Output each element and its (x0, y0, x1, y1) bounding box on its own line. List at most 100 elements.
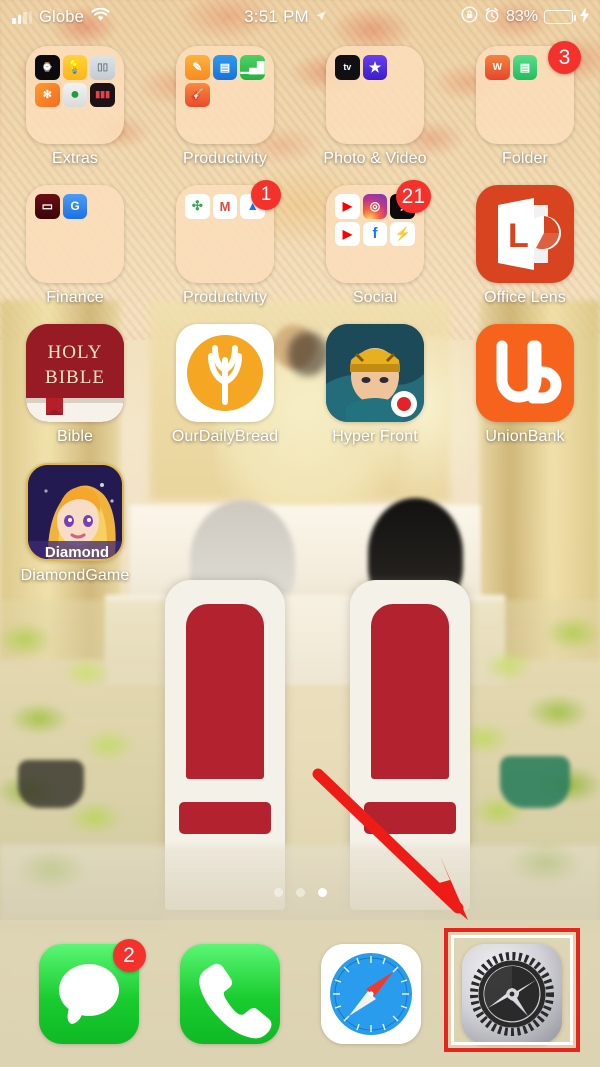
clock-label: 3:51 PM (244, 7, 309, 26)
folder-slot-empty (213, 222, 238, 247)
numbers-icon: ▁▄█ (240, 55, 265, 80)
folder-productivity-1-icon[interactable]: ✎ ▤ ▁▄█ 🎸 (176, 46, 274, 144)
folder-slot-empty (390, 55, 415, 80)
location-arrow-icon (315, 10, 327, 25)
safari-compass-icon[interactable] (320, 943, 421, 1044)
folder-productivity-2[interactable]: ✣ M ▲ 1 Productivity (150, 179, 300, 314)
folder-folder[interactable]: W ▤ 3 Folder (450, 40, 600, 175)
google-photos-icon: ✣ (185, 194, 210, 219)
app-diamondgame-label: DiamondGame (20, 567, 130, 584)
folder-photo-video[interactable]: tv ★ Photo & Video (300, 40, 450, 175)
app-bible[interactable]: HOLY BIBLE Bible (0, 318, 150, 453)
app-bible-icon-wrap[interactable]: HOLY BIBLE (26, 324, 124, 422)
folder-extras[interactable]: ⌚ 💡 ▯▯ ✻ ● ▮▮▮ Extras (0, 40, 150, 175)
folder-photo-video-icon-wrap[interactable]: tv ★ (326, 46, 424, 144)
folder-productivity-1-icon-wrap[interactable]: ✎ ▤ ▁▄█ 🎸 (176, 46, 274, 144)
status-bar-center: 3:51 PM (110, 7, 461, 27)
office-lens-icon[interactable]: L (476, 185, 574, 283)
status-bar-right: 83% (461, 6, 600, 28)
folder-productivity-1[interactable]: ✎ ▤ ▁▄█ 🎸 Productivity (150, 40, 300, 175)
folder-productivity-2-icon-wrap[interactable]: ✣ M ▲ 1 (176, 180, 281, 283)
folder-slot-empty (540, 83, 565, 108)
folder-photo-video-icon[interactable]: tv ★ (326, 46, 424, 144)
folder-productivity-2-badge: 1 (251, 180, 281, 210)
folder-slot-empty (335, 83, 360, 108)
wallet-icon: ▭ (35, 194, 60, 219)
folder-folder-icon-wrap[interactable]: W ▤ 3 (476, 41, 581, 144)
wifi-icon (91, 7, 110, 27)
our-daily-bread-icon[interactable] (176, 324, 274, 422)
dock-app-settings[interactable] (461, 943, 562, 1044)
alarm-clock-icon (484, 7, 500, 28)
folder-productivity-1-label: Productivity (183, 150, 267, 167)
app-ourdailybread-icon-wrap[interactable] (176, 324, 274, 422)
instagram-icon: ◎ (362, 194, 388, 219)
chair-seat-cushion (179, 802, 271, 834)
settings-gear-icon[interactable] (461, 943, 562, 1044)
gmail-icon: M (212, 194, 238, 219)
page-dot-1[interactable] (273, 888, 283, 897)
garageband-icon: 🎸 (185, 82, 210, 108)
dock: 2 (0, 920, 600, 1067)
app-hyper-front-icon-wrap[interactable] (326, 324, 424, 422)
g-app-icon: G (62, 194, 88, 219)
pages-icon: ✎ (185, 55, 210, 80)
dock-app-phone[interactable] (179, 943, 280, 1044)
home-screen-grid: ⌚ 💡 ▯▯ ✻ ● ▮▮▮ Extras ✎ ▤ ▁▄█ 🎸 Producti… (0, 40, 600, 592)
voice-memos-icon: ▮▮▮ (90, 82, 115, 108)
folder-finance-label: Finance (46, 289, 104, 306)
dock-messages-badge: 2 (112, 938, 146, 972)
folder-folder-badge: 3 (548, 41, 581, 74)
folder-finance[interactable]: ▭ G Finance (0, 179, 150, 314)
chair-back-cushion (371, 604, 449, 779)
watch-icon: ⌚ (35, 55, 60, 80)
phone-icon[interactable] (179, 943, 280, 1044)
folder-social-icon-wrap[interactable]: ▶ ◎ ♪ ▶ f ⚡ 21 (326, 180, 431, 283)
app-office-lens-label: Office Lens (484, 289, 566, 306)
app-office-lens-icon-wrap[interactable]: L (476, 185, 574, 283)
diamond-game-icon[interactable]: Diamond (26, 463, 124, 561)
folder-slot-empty (213, 83, 238, 108)
folder-slot-empty (90, 222, 115, 247)
folder-extras-label: Extras (52, 150, 98, 167)
red-arrow-icon (300, 760, 530, 940)
app-unionbank[interactable]: UnionBank (450, 318, 600, 453)
app-office-lens[interactable]: L Office Lens (450, 179, 600, 314)
folder-social[interactable]: ▶ ◎ ♪ ▶ f ⚡ 21 Social (300, 179, 450, 314)
carrier-label: Globe (39, 7, 85, 26)
folder-extras-icon[interactable]: ⌚ 💡 ▯▯ ✻ ● ▮▮▮ (26, 46, 124, 144)
lightning-bolt-icon (579, 7, 590, 27)
app-unionbank-label: UnionBank (485, 428, 565, 445)
battery-percent-label: 83% (505, 8, 538, 25)
folder-social-label: Social (352, 289, 398, 306)
holy-bible-icon[interactable]: HOLY BIBLE (26, 324, 124, 422)
app-diamondgame[interactable]: Diamond DiamondGame (0, 457, 150, 592)
facebook-icon: f (362, 221, 388, 247)
svg-text:L: L (508, 217, 529, 255)
app-hyper-front[interactable]: Hyper Front (300, 318, 450, 453)
tips-lightbulb-icon: 💡 (62, 55, 88, 80)
folder-slot-empty (240, 222, 265, 247)
app-unionbank-icon-wrap[interactable] (476, 324, 574, 422)
dock-app-messages[interactable]: 2 (38, 938, 146, 1044)
svg-text:HOLY: HOLY (48, 342, 103, 363)
folder-productivity-2-label: Productivity (183, 289, 267, 306)
svg-text:Diamond: Diamond (45, 544, 109, 561)
folder-finance-icon[interactable]: ▭ G (26, 185, 124, 283)
folder-extras-icon-wrap[interactable]: ⌚ 💡 ▯▯ ✻ ● ▮▮▮ (26, 46, 124, 144)
folder-slot-empty (363, 83, 388, 108)
compass-icon: ● (62, 82, 88, 108)
folder-slot-empty (390, 83, 415, 108)
folder-finance-icon-wrap[interactable]: ▭ G (26, 185, 124, 283)
signal-bars-icon (12, 10, 32, 24)
grid-empty-slot (300, 457, 450, 592)
unionbank-icon[interactable] (476, 324, 574, 422)
dock-app-safari[interactable] (320, 943, 421, 1044)
app-ourdailybread[interactable]: OurDailyBread (150, 318, 300, 453)
folder-folder-label: Folder (502, 150, 548, 167)
folder-slot-empty (240, 83, 265, 108)
app-bible-label: Bible (56, 428, 94, 445)
hyper-front-icon[interactable] (326, 324, 424, 422)
app-diamondgame-icon-wrap[interactable]: Diamond (26, 463, 124, 561)
shortcuts-icon: ✻ (35, 82, 60, 108)
